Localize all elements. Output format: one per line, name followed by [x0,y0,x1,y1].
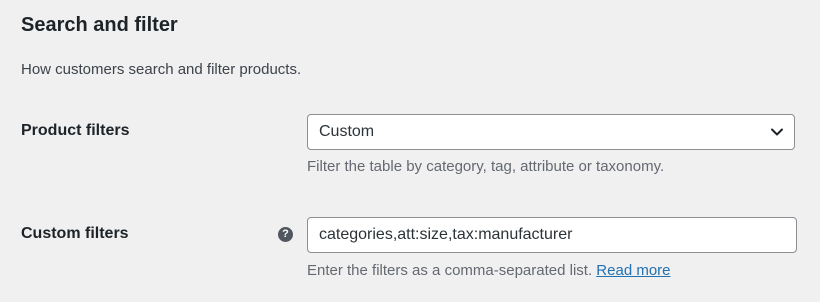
product-filters-selected-value: Custom [319,123,375,140]
product-filters-select[interactable]: Custom [307,114,795,150]
chevron-down-icon [771,128,783,136]
custom-filters-help-text: Enter the filters as a comma-separated l… [307,262,593,279]
read-more-link[interactable]: Read more [596,262,670,279]
custom-filters-input[interactable] [307,217,797,253]
product-filters-label: Product filters [21,122,130,139]
question-circle-icon[interactable]: ? [278,227,293,242]
custom-filters-help: Enter the filters as a comma-separated l… [307,260,671,282]
product-filters-help: Filter the table by category, tag, attri… [307,158,665,175]
section-description: How customers search and filter products… [21,61,302,78]
section-title: Search and filter [21,14,178,36]
custom-filters-label: Custom filters [21,225,129,242]
